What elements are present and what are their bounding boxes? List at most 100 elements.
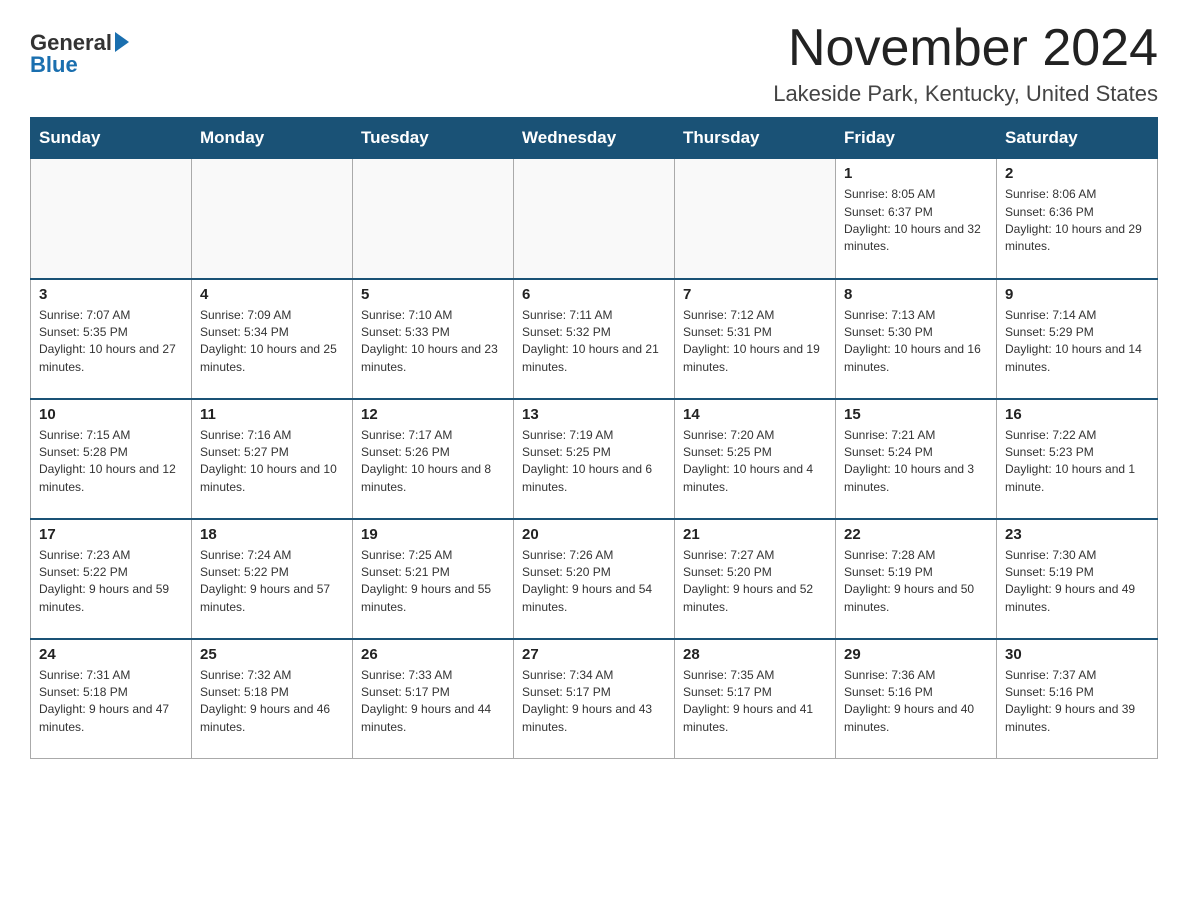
day-info: Sunrise: 7:22 AMSunset: 5:23 PMDaylight:… — [1005, 427, 1149, 497]
calendar-cell: 14 Sunrise: 7:20 AMSunset: 5:25 PMDayligh… — [675, 399, 836, 519]
day-info: Sunrise: 7:10 AMSunset: 5:33 PMDaylight:… — [361, 307, 505, 377]
day-info: Sunrise: 7:37 AMSunset: 5:16 PMDaylight:… — [1005, 667, 1149, 737]
day-info: Sunrise: 7:33 AMSunset: 5:17 PMDaylight:… — [361, 667, 505, 737]
calendar-cell — [31, 159, 192, 279]
day-number: 1 — [844, 165, 988, 182]
day-number: 14 — [683, 406, 827, 423]
day-number: 17 — [39, 526, 183, 543]
calendar-cell: 10 Sunrise: 7:15 AMSunset: 5:28 PMDayligh… — [31, 399, 192, 519]
day-number: 24 — [39, 646, 183, 663]
calendar-cell: 25 Sunrise: 7:32 AMSunset: 5:18 PMDayligh… — [192, 639, 353, 759]
calendar-cell: 7Sunrise: 7:12 AMSunset: 5:31 PMDaylight… — [675, 279, 836, 399]
calendar-cell: 5 Sunrise: 7:10 AMSunset: 5:33 PMDaylight… — [353, 279, 514, 399]
day-info: Sunrise: 7:11 AMSunset: 5:32 PMDaylight:… — [522, 307, 666, 377]
day-number: 25 — [200, 646, 344, 663]
calendar-cell: 23 Sunrise: 7:30 AMSunset: 5:19 PMDayligh… — [997, 519, 1158, 639]
day-number: 13 — [522, 406, 666, 423]
calendar-cell: 22 Sunrise: 7:28 AMSunset: 5:19 PMDayligh… — [836, 519, 997, 639]
day-info: Sunrise: 7:07 AMSunset: 5:35 PMDaylight:… — [39, 307, 183, 377]
calendar-cell: 24Sunrise: 7:31 AMSunset: 5:18 PMDayligh… — [31, 639, 192, 759]
day-number: 26 — [361, 646, 505, 663]
day-number: 22 — [844, 526, 988, 543]
weekday-header-friday: Friday — [836, 118, 997, 159]
day-info: Sunrise: 7:20 AMSunset: 5:25 PMDaylight:… — [683, 427, 827, 497]
calendar-cell: 21 Sunrise: 7:27 AMSunset: 5:20 PMDayligh… — [675, 519, 836, 639]
header: General Blue November 2024 Lakeside Park… — [30, 20, 1158, 107]
calendar-cell: 27Sunrise: 7:34 AMSunset: 5:17 PMDayligh… — [514, 639, 675, 759]
day-number: 19 — [361, 526, 505, 543]
day-info: Sunrise: 7:14 AMSunset: 5:29 PMDaylight:… — [1005, 307, 1149, 377]
calendar-cell: 19 Sunrise: 7:25 AMSunset: 5:21 PMDayligh… — [353, 519, 514, 639]
calendar-week-row: 10 Sunrise: 7:15 AMSunset: 5:28 PMDayligh… — [31, 399, 1158, 519]
calendar-week-row: 24Sunrise: 7:31 AMSunset: 5:18 PMDayligh… — [31, 639, 1158, 759]
calendar-cell: 11 Sunrise: 7:16 AMSunset: 5:27 PMDayligh… — [192, 399, 353, 519]
calendar-cell — [514, 159, 675, 279]
day-number: 15 — [844, 406, 988, 423]
day-number: 21 — [683, 526, 827, 543]
calendar-table: SundayMondayTuesdayWednesdayThursdayFrid… — [30, 117, 1158, 759]
day-number: 10 — [39, 406, 183, 423]
day-number: 20 — [522, 526, 666, 543]
day-number: 7 — [683, 286, 827, 303]
day-info: Sunrise: 7:35 AMSunset: 5:17 PMDaylight:… — [683, 667, 827, 737]
day-info: Sunrise: 7:36 AMSunset: 5:16 PMDaylight:… — [844, 667, 988, 737]
logo-blue-text: Blue — [30, 52, 78, 77]
calendar-cell: 29Sunrise: 7:36 AMSunset: 5:16 PMDayligh… — [836, 639, 997, 759]
day-info: Sunrise: 7:19 AMSunset: 5:25 PMDaylight:… — [522, 427, 666, 497]
calendar-cell: 9 Sunrise: 7:14 AMSunset: 5:29 PMDaylight… — [997, 279, 1158, 399]
calendar-cell — [353, 159, 514, 279]
day-info: Sunrise: 7:26 AMSunset: 5:20 PMDaylight:… — [522, 547, 666, 617]
weekday-header-sunday: Sunday — [31, 118, 192, 159]
day-info: Sunrise: 7:28 AMSunset: 5:19 PMDaylight:… — [844, 547, 988, 617]
calendar-cell: 26 Sunrise: 7:33 AMSunset: 5:17 PMDayligh… — [353, 639, 514, 759]
day-number: 23 — [1005, 526, 1149, 543]
logo-arrow-icon — [115, 32, 129, 52]
calendar-cell: 20 Sunrise: 7:26 AMSunset: 5:20 PMDayligh… — [514, 519, 675, 639]
day-number: 27 — [522, 646, 666, 663]
calendar-cell: 2 Sunrise: 8:06 AMSunset: 6:36 PMDaylight… — [997, 159, 1158, 279]
calendar-cell: 1 Sunrise: 8:05 AMSunset: 6:37 PMDaylight… — [836, 159, 997, 279]
weekday-header-thursday: Thursday — [675, 118, 836, 159]
calendar-cell: 8 Sunrise: 7:13 AMSunset: 5:30 PMDaylight… — [836, 279, 997, 399]
calendar-cell: 15 Sunrise: 7:21 AMSunset: 5:24 PMDayligh… — [836, 399, 997, 519]
day-number: 4 — [200, 286, 344, 303]
day-info: Sunrise: 7:13 AMSunset: 5:30 PMDaylight:… — [844, 307, 988, 377]
day-number: 9 — [1005, 286, 1149, 303]
day-number: 2 — [1005, 165, 1149, 182]
day-info: Sunrise: 7:30 AMSunset: 5:19 PMDaylight:… — [1005, 547, 1149, 617]
location-title: Lakeside Park, Kentucky, United States — [773, 81, 1158, 107]
day-info: Sunrise: 7:21 AMSunset: 5:24 PMDaylight:… — [844, 427, 988, 497]
calendar-week-row: 3 Sunrise: 7:07 AMSunset: 5:35 PMDaylight… — [31, 279, 1158, 399]
day-info: Sunrise: 7:16 AMSunset: 5:27 PMDaylight:… — [200, 427, 344, 497]
calendar-cell — [675, 159, 836, 279]
day-info: Sunrise: 7:09 AMSunset: 5:34 PMDaylight:… — [200, 307, 344, 377]
day-number: 28 — [683, 646, 827, 663]
month-title: November 2024 — [773, 20, 1158, 77]
day-number: 8 — [844, 286, 988, 303]
weekday-header-saturday: Saturday — [997, 118, 1158, 159]
day-info: Sunrise: 8:05 AMSunset: 6:37 PMDaylight:… — [844, 186, 988, 256]
day-info: Sunrise: 8:06 AMSunset: 6:36 PMDaylight:… — [1005, 186, 1149, 256]
day-number: 30 — [1005, 646, 1149, 663]
calendar-cell: 4 Sunrise: 7:09 AMSunset: 5:34 PMDaylight… — [192, 279, 353, 399]
day-info: Sunrise: 7:25 AMSunset: 5:21 PMDaylight:… — [361, 547, 505, 617]
day-number: 5 — [361, 286, 505, 303]
day-number: 18 — [200, 526, 344, 543]
calendar-cell: 6 Sunrise: 7:11 AMSunset: 5:32 PMDaylight… — [514, 279, 675, 399]
day-info: Sunrise: 7:15 AMSunset: 5:28 PMDaylight:… — [39, 427, 183, 497]
day-number: 11 — [200, 406, 344, 423]
day-number: 3 — [39, 286, 183, 303]
day-info: Sunrise: 7:32 AMSunset: 5:18 PMDaylight:… — [200, 667, 344, 737]
calendar-cell: 28 Sunrise: 7:35 AMSunset: 5:17 PMDayligh… — [675, 639, 836, 759]
calendar-cell: 13 Sunrise: 7:19 AMSunset: 5:25 PMDayligh… — [514, 399, 675, 519]
title-area: November 2024 Lakeside Park, Kentucky, U… — [773, 20, 1158, 107]
day-number: 6 — [522, 286, 666, 303]
weekday-header-row: SundayMondayTuesdayWednesdayThursdayFrid… — [31, 118, 1158, 159]
calendar-cell: 17Sunrise: 7:23 AMSunset: 5:22 PMDayligh… — [31, 519, 192, 639]
weekday-header-monday: Monday — [192, 118, 353, 159]
calendar-cell: 18 Sunrise: 7:24 AMSunset: 5:22 PMDayligh… — [192, 519, 353, 639]
day-number: 16 — [1005, 406, 1149, 423]
day-info: Sunrise: 7:27 AMSunset: 5:20 PMDaylight:… — [683, 547, 827, 617]
day-info: Sunrise: 7:24 AMSunset: 5:22 PMDaylight:… — [200, 547, 344, 617]
calendar-cell: 30 Sunrise: 7:37 AMSunset: 5:16 PMDayligh… — [997, 639, 1158, 759]
